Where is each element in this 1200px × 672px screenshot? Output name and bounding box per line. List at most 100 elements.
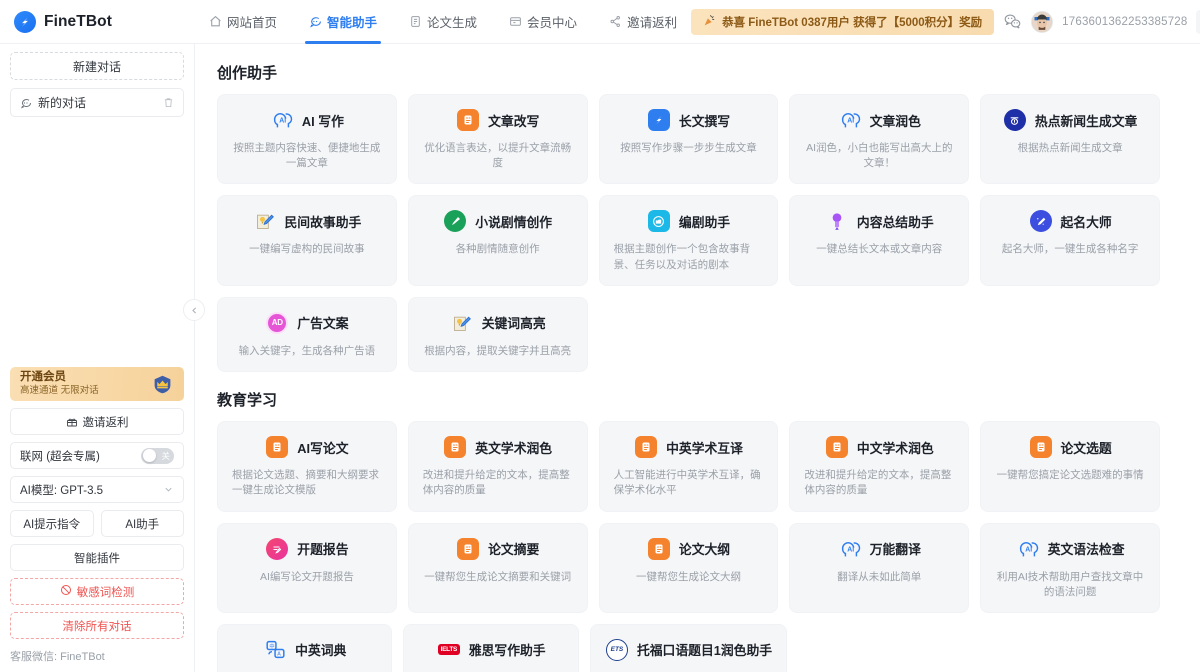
card-desc: 一键编写虚构的民间故事 [232, 242, 382, 257]
nav-item-member[interactable]: 会员中心 [495, 0, 591, 44]
invite-rebate-button[interactable]: 邀请返利 [10, 408, 184, 435]
main-nav: 网站首页 智能助手 论文生成 会员中心 邀请返利 [195, 0, 691, 44]
conversation-item[interactable]: 新的对话 [10, 88, 184, 117]
new-chat-button[interactable]: 新建对话 [10, 52, 184, 80]
nav-item-assistant[interactable]: 智能助手 [295, 0, 391, 44]
card-title: 热点新闻生成文章 [1035, 111, 1137, 130]
card-head: 论文大纲 [614, 537, 764, 561]
card-head: 英文学术润色 [423, 435, 573, 459]
card-title: AI写论文 [297, 438, 348, 457]
trash-icon[interactable] [163, 97, 174, 108]
card-title: 英文语法检查 [1048, 539, 1125, 558]
nav-item-invite[interactable]: 邀请返利 [595, 0, 691, 44]
card-desc: 输入关键字，生成各种广告语 [232, 344, 382, 359]
ai-head-icon: AI [838, 537, 862, 561]
user-avatar[interactable] [1031, 11, 1053, 33]
card-head: 中文学术润色 [804, 435, 954, 459]
card-head: AI AI 写作 [232, 108, 382, 132]
card-desc: 利用AI技术帮助用户查找文章中的语法问题 [995, 570, 1145, 600]
home-icon [209, 15, 222, 28]
card-ai-thesis[interactable]: AI写论文 根据论文选题、摘要和大纲要求一键生成论文模版 [217, 421, 397, 511]
card-ad-copy[interactable]: AD 广告文案 输入关键字，生成各种广告语 [217, 297, 397, 372]
memo-pencil-icon [450, 311, 474, 335]
clear-all-conversations-button[interactable]: 清除所有对话 [10, 612, 184, 639]
card-keyword-highlight[interactable]: 关键词高亮 根据内容，提取关键字并且高亮 [408, 297, 588, 372]
card-hot-news-article[interactable]: 热点新闻生成文章 根据热点新闻生成文章 [980, 94, 1160, 184]
card-english-academic-polish[interactable]: 英文学术润色 改进和提升给定的文本，提高整体内容的质量 [408, 421, 588, 511]
sidebar-collapse-handle[interactable] [183, 299, 205, 321]
card-ielts-writing[interactable]: IELTS 雅思写作助手 针对同一主题撰写不同分数的雅思文章，并附上评分原因。 [403, 624, 578, 672]
network-toggle[interactable]: 关 [141, 448, 174, 464]
card-long-writing[interactable]: 长文撰写 按照写作步骤一步步生成文章 [599, 94, 779, 184]
card-grid-education-1: AI写论文 根据论文选题、摘要和大纲要求一键生成论文模版 英文学术润色 改进和提… [217, 421, 1160, 511]
card-ai-writing[interactable]: AI AI 写作 按照主题内容快速、便捷地生成一篇文章 [217, 94, 397, 184]
ai-prompt-button[interactable]: AI提示指令 [10, 510, 94, 537]
card-novel-plot[interactable]: 小说剧情创作 各种剧情随意创作 [408, 195, 588, 285]
nav-item-home[interactable]: 网站首页 [195, 0, 291, 44]
card-cn-en-academic-translate[interactable]: 中英学术互译 人工智能进行中英学术互译，确保学术化水平 [599, 421, 779, 511]
open-vip-button[interactable]: 开通会员 高速通道 无限对话 [10, 367, 184, 401]
nav-item-paper[interactable]: 论文生成 [395, 0, 491, 44]
model-select[interactable]: AI模型: GPT-3.5 [10, 476, 184, 503]
stats-panel: 积分: 1000 天数: 0天 [1196, 10, 1200, 34]
app-header: FineTBot 网站首页 智能助手 论文生成 会员中心 [0, 0, 1200, 44]
smart-plugin-button[interactable]: 智能插件 [10, 544, 184, 571]
card-desc: 根据热点新闻生成文章 [995, 141, 1145, 156]
sensitive-word-check-button[interactable]: 敏感词检测 [10, 578, 184, 605]
gift-icon [66, 416, 78, 428]
sensitive-word-label: 敏感词检测 [77, 584, 135, 600]
document-icon [409, 15, 422, 28]
card-head: 关键词高亮 [423, 311, 573, 335]
card-title: 起名大师 [1061, 212, 1112, 231]
card-title: 小说剧情创作 [475, 212, 552, 231]
card-grid-education-3: 中A 中英词典 一个中英词典小助手 IELTS 雅思写作助手 针对同一主题撰写不… [217, 624, 1160, 672]
card-title: 文章润色 [870, 111, 921, 130]
brand-name: FineTBot [44, 13, 112, 31]
card-desc: 根据内容，提取关键字并且高亮 [423, 344, 573, 359]
card-screenwriter[interactable]: 编剧助手 根据主题创作一个包含故事背景、任务以及对话的剧本 [599, 195, 779, 285]
finetbot-logo-icon [14, 11, 36, 33]
card-cn-en-dictionary[interactable]: 中A 中英词典 一个中英词典小助手 [217, 624, 392, 672]
card-article-rewrite[interactable]: 文章改写 优化语言表达，以提升文章流畅度 [408, 94, 588, 184]
wechat-icon[interactable] [1003, 12, 1022, 31]
orange-doc-icon [1029, 435, 1053, 459]
party-popper-icon [703, 14, 716, 30]
promo-banner[interactable]: 恭喜 FineTBot 0387用户 获得了【5000积分】奖励 [691, 9, 994, 35]
orange-doc-icon [456, 537, 480, 561]
card-folk-story[interactable]: 民间故事助手 一键编写虚构的民间故事 [217, 195, 397, 285]
translate-icon: 中A [263, 638, 287, 662]
card-desc: 一键帮您生成论文摘要和关键词 [423, 570, 573, 585]
card-title: 托福口语题目1润色助手 [637, 640, 772, 659]
svg-text:AI: AI [847, 546, 854, 553]
card-toefl-speaking[interactable]: ETS 托福口语题目1润色助手 一键帮你打分，并且给出参考答案 [590, 624, 787, 672]
promo-text: 恭喜 FineTBot 0387用户 获得了【5000积分】奖励 [722, 14, 982, 30]
card-grid-creation-3: AD 广告文案 输入关键字，生成各种广告语 关键词高亮 根据内容，提取关键字并且… [217, 297, 1160, 372]
nav-label: 论文生成 [427, 12, 477, 31]
card-title: 雅思写作助手 [469, 640, 546, 659]
orange-doc-icon [634, 435, 658, 459]
ai-assistant-button[interactable]: AI助手 [101, 510, 185, 537]
card-chinese-academic-polish[interactable]: 中文学术润色 改进和提升给定的文本，提高整体内容的质量 [789, 421, 969, 511]
card-english-grammar-check[interactable]: AI 英文语法检查 利用AI技术帮助用户查找文章中的语法问题 [980, 523, 1160, 613]
orange-doc-icon [647, 537, 671, 561]
card-naming-master[interactable]: 起名大师 起名大师，一键生成各种名字 [980, 195, 1160, 285]
card-thesis-topic[interactable]: 论文选题 一键帮您搞定论文选题难的事情 [980, 421, 1160, 511]
card-head: 中英学术互译 [614, 435, 764, 459]
share-icon [609, 15, 622, 28]
app-body: 新建对话 新的对话 开通会员 高速通道 无限对话 [0, 44, 1200, 672]
card-thesis-abstract[interactable]: 论文摘要 一键帮您生成论文摘要和关键词 [408, 523, 588, 613]
card-universal-translate[interactable]: AI 万能翻译 翻译从未如此简单 [789, 523, 969, 613]
member-card-icon [509, 15, 522, 28]
card-article-polish[interactable]: AI 文章润色 AI润色，小白也能写出高大上的文章！ [789, 94, 969, 184]
card-title: 文章改写 [488, 111, 539, 130]
ai-head-icon: AI [270, 108, 294, 132]
svg-text:AI: AI [279, 117, 286, 124]
card-head: ETS 托福口语题目1润色助手 [605, 638, 772, 662]
card-head: 论文选题 [995, 435, 1145, 459]
card-opening-report[interactable]: 开题报告 AI编写论文开题报告 [217, 523, 397, 613]
card-content-summary[interactable]: 内容总结助手 一键总结长文本或文章内容 [789, 195, 969, 285]
toggle-state-label: 关 [161, 450, 170, 462]
card-thesis-outline[interactable]: 论文大纲 一键帮您生成论文大纲 [599, 523, 779, 613]
forbidden-icon [60, 584, 72, 599]
network-toggle-row[interactable]: 联网 (超会专属) 关 [10, 442, 184, 469]
